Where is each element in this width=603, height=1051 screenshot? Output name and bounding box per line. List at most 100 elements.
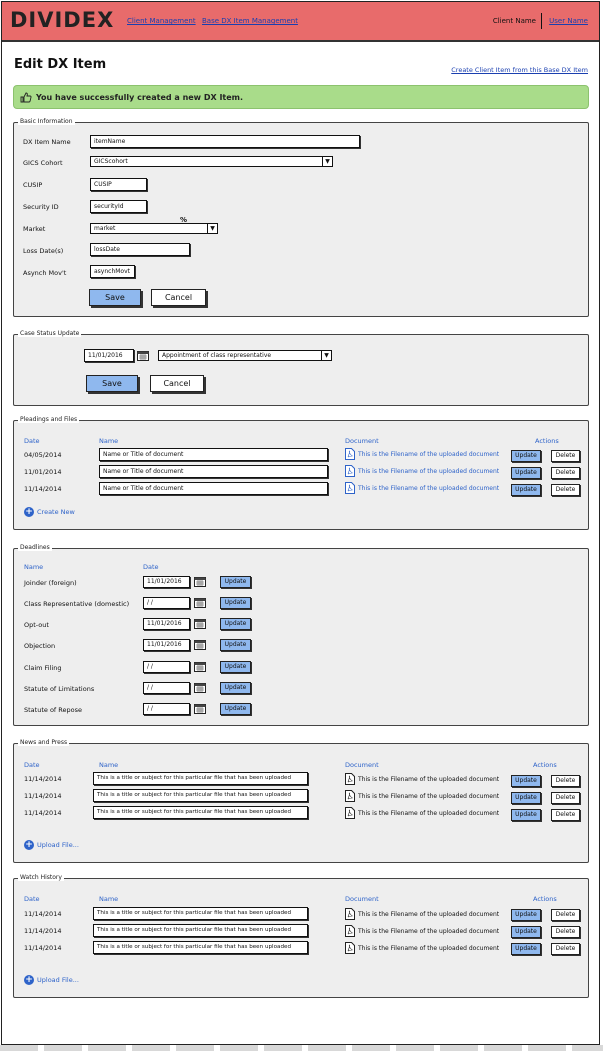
pleading-update-button[interactable]: Update xyxy=(511,450,541,462)
deadline-date-input[interactable]: 11/01/2016 xyxy=(143,576,190,588)
watch-date: 11/14/2014 xyxy=(24,910,62,918)
deadline-date-input[interactable]: / / xyxy=(143,597,190,609)
news-name-input[interactable]: This is a title or subject for this part… xyxy=(93,806,308,819)
watch-update-button[interactable]: Update xyxy=(511,943,541,955)
watch-document[interactable]: This is the Filename of the uploaded doc… xyxy=(345,925,499,937)
plus-circle-icon: + xyxy=(24,975,34,985)
case-cancel-button[interactable]: Cancel xyxy=(150,375,204,392)
security-id-input[interactable]: securityId xyxy=(90,200,147,213)
deadline-update-button[interactable]: Update xyxy=(220,661,251,673)
news-update-button[interactable]: Update xyxy=(511,809,541,821)
watch-document-name: This is the Filename of the uploaded doc… xyxy=(358,944,500,952)
nav-client-management[interactable]: Client Management xyxy=(127,17,196,25)
case-status-select[interactable]: Appointment of class representative ▼ xyxy=(158,350,332,361)
deadline-date-input[interactable]: / / xyxy=(143,661,190,673)
create-new-label: Create New xyxy=(37,508,75,516)
news-document[interactable]: This is the Filename of the uploaded doc… xyxy=(345,773,499,785)
calendar-icon[interactable] xyxy=(194,597,206,608)
deadline-update-button[interactable]: Update xyxy=(220,682,251,694)
pleading-update-button[interactable]: Update xyxy=(511,484,541,496)
deadline-update-button[interactable]: Update xyxy=(220,618,251,630)
deadline-update-button[interactable]: Update xyxy=(220,639,251,651)
basic-cancel-button[interactable]: Cancel xyxy=(151,289,206,306)
pleading-update-button[interactable]: Update xyxy=(511,467,541,479)
watch-header-date: Date xyxy=(24,895,40,903)
chevron-down-icon: ▼ xyxy=(207,224,217,233)
calendar-icon[interactable] xyxy=(194,661,206,672)
asynch-movt-input[interactable]: asynchMovt xyxy=(90,265,135,278)
pleading-delete-button[interactable]: Delete xyxy=(551,467,580,479)
client-name: Client Name xyxy=(492,17,536,25)
top-bar: DIVIDEX Client Management Base DX Item M… xyxy=(2,2,599,42)
news-update-button[interactable]: Update xyxy=(511,792,541,804)
deadline-date-input[interactable]: 11/01/2016 xyxy=(143,618,190,630)
watch-history-legend: Watch History xyxy=(18,874,64,881)
pleading-delete-button[interactable]: Delete xyxy=(551,450,580,462)
deadline-date-input[interactable]: / / xyxy=(143,682,190,694)
watch-update-button[interactable]: Update xyxy=(511,926,541,938)
user-name-link[interactable]: User Name xyxy=(549,17,588,25)
pleading-document[interactable]: This is the Filename of the uploaded doc… xyxy=(345,448,499,460)
news-delete-button[interactable]: Delete xyxy=(551,792,580,804)
watch-document[interactable]: This is the Filename of the uploaded doc… xyxy=(345,942,499,954)
watch-document[interactable]: This is the Filename of the uploaded doc… xyxy=(345,908,499,920)
case-save-button[interactable]: Save xyxy=(86,375,138,392)
alert-text: You have successfully created a new DX I… xyxy=(36,92,244,102)
deadline-update-button[interactable]: Update xyxy=(220,703,251,715)
watch-delete-button[interactable]: Delete xyxy=(551,926,580,938)
watch-name-input[interactable]: This is a title or subject for this part… xyxy=(93,924,308,937)
deadline-date-input[interactable]: / / xyxy=(143,703,190,715)
deadlines-panel: Deadlines Name Date xyxy=(13,544,589,726)
pleading-document-name: This is the Filename of the uploaded doc… xyxy=(358,484,500,492)
pleading-document[interactable]: This is the Filename of the uploaded doc… xyxy=(345,482,499,494)
calendar-icon[interactable] xyxy=(194,576,206,587)
watch-delete-button[interactable]: Delete xyxy=(551,909,580,921)
news-name-input[interactable]: This is a title or subject for this part… xyxy=(93,789,308,802)
news-update-button[interactable]: Update xyxy=(511,775,541,787)
page-frame: DIVIDEX Client Management Base DX Item M… xyxy=(1,1,600,1045)
pdf-icon xyxy=(345,482,355,494)
gics-cohort-select[interactable]: GICScohort ▼ xyxy=(90,156,333,167)
deadline-update-button[interactable]: Update xyxy=(220,576,251,588)
news-name-input[interactable]: This is a title or subject for this part… xyxy=(93,772,308,785)
watch-update-button[interactable]: Update xyxy=(511,909,541,921)
calendar-icon[interactable] xyxy=(194,703,206,714)
calendar-icon[interactable] xyxy=(194,618,206,629)
watch-name-input[interactable]: This is a title or subject for this part… xyxy=(93,907,308,920)
pleading-document[interactable]: This is the Filename of the uploaded doc… xyxy=(345,465,499,477)
deadline-date-input[interactable]: 11/01/2016 xyxy=(143,639,190,651)
loss-date-input[interactable]: lossDate xyxy=(90,243,190,256)
watch-upload-link[interactable]: + Upload File... xyxy=(24,975,79,985)
calendar-icon[interactable] xyxy=(137,350,149,361)
news-header-document: Document xyxy=(345,761,379,769)
watch-header-actions: Actions xyxy=(533,895,557,903)
dx-item-name-input[interactable]: itemName xyxy=(90,135,360,148)
pleading-delete-button[interactable]: Delete xyxy=(551,484,580,496)
pleading-name-input[interactable]: Name or Title of document xyxy=(99,482,328,495)
market-select[interactable]: market ▼ xyxy=(90,223,218,234)
calendar-icon[interactable] xyxy=(194,639,206,650)
pleading-name-input[interactable]: Name or Title of document xyxy=(99,448,328,461)
pleadings-header-date: Date xyxy=(24,437,40,445)
case-date-input[interactable]: 11/01/2016 xyxy=(84,349,134,362)
pleading-name-input[interactable]: Name or Title of document xyxy=(99,465,328,478)
label-gics-cohort: GICS Cohort xyxy=(23,159,63,167)
news-document[interactable]: This is the Filename of the uploaded doc… xyxy=(345,807,499,819)
nav-base-dx-item-management[interactable]: Base DX Item Management xyxy=(202,17,298,25)
news-upload-link[interactable]: + Upload File... xyxy=(24,840,79,850)
news-delete-button[interactable]: Delete xyxy=(551,809,580,821)
label-asynch-movt: Asynch Mov't xyxy=(23,269,67,277)
news-document[interactable]: This is the Filename of the uploaded doc… xyxy=(345,790,499,802)
pdf-icon xyxy=(345,465,355,477)
bottom-edge xyxy=(0,1045,603,1051)
cusip-input[interactable]: CUSIP xyxy=(90,178,147,191)
watch-delete-button[interactable]: Delete xyxy=(551,943,580,955)
watch-name-input[interactable]: This is a title or subject for this part… xyxy=(93,941,308,954)
news-document-name: This is the Filename of the uploaded doc… xyxy=(358,775,500,783)
news-delete-button[interactable]: Delete xyxy=(551,775,580,787)
deadline-update-button[interactable]: Update xyxy=(220,597,251,609)
basic-save-button[interactable]: Save xyxy=(89,289,141,306)
calendar-icon[interactable] xyxy=(194,682,206,693)
create-new-link[interactable]: + Create New xyxy=(24,507,75,517)
create-client-item-link[interactable]: Create Client Item from this Base DX Ite… xyxy=(451,66,588,74)
